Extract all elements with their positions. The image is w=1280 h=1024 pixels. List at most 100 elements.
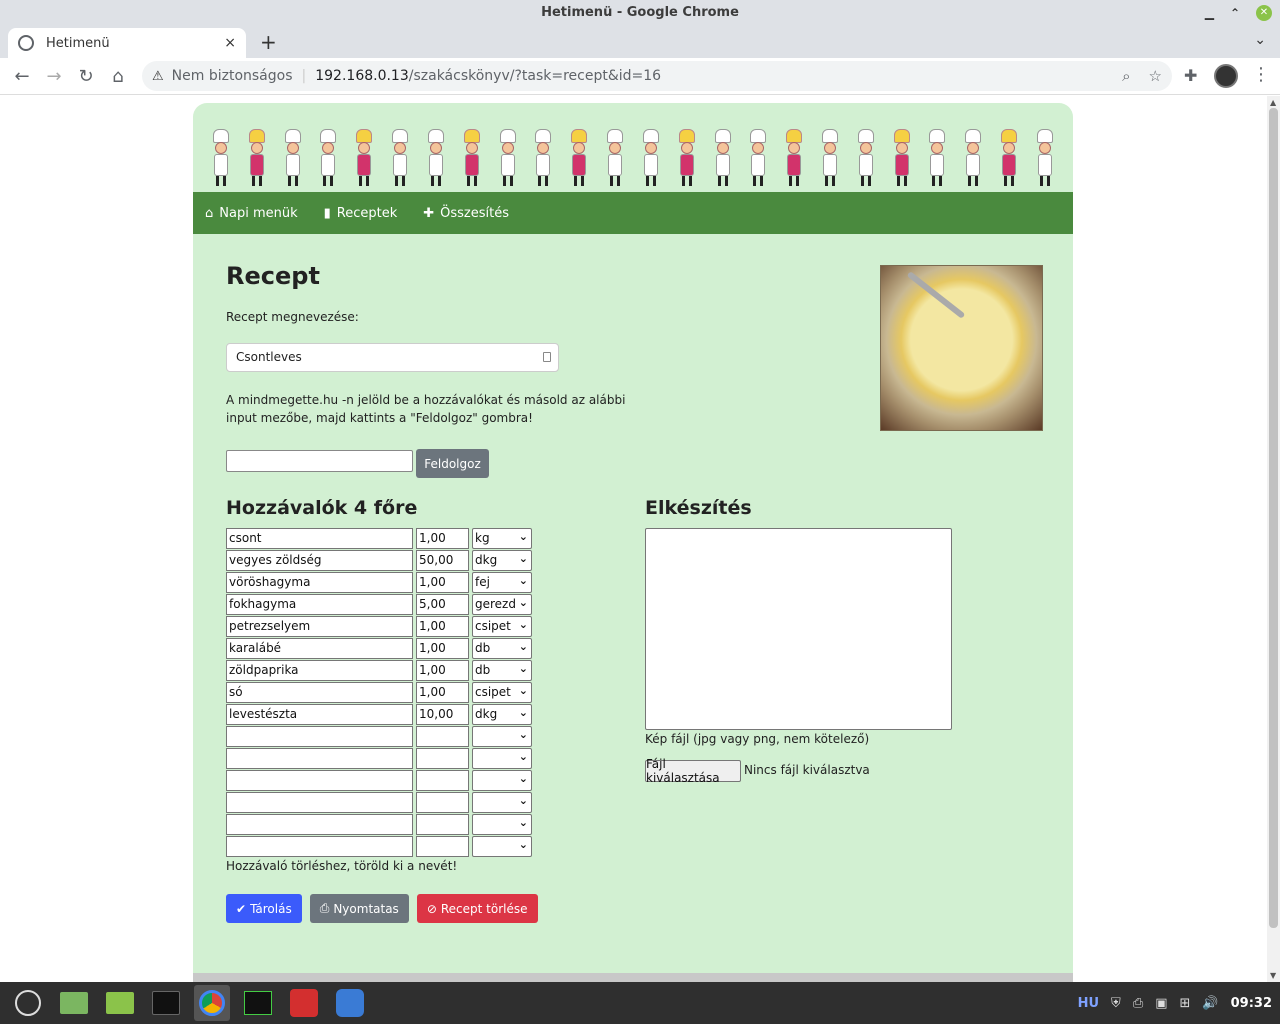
system-monitor-icon[interactable] <box>240 985 276 1021</box>
ingredient-name-input[interactable]: vegyes zöldség <box>226 550 413 571</box>
ingredient-qty-input[interactable] <box>416 792 469 813</box>
ingredient-qty-input[interactable] <box>416 748 469 769</box>
ingredient-unit-select[interactable]: dkg ⌄ <box>472 704 532 725</box>
ingredient-unit-select[interactable]: db ⌄ <box>472 660 532 681</box>
print-button[interactable]: ⎙ Nyomtatas <box>309 894 409 923</box>
preparation-textarea[interactable] <box>645 528 952 730</box>
ingredient-unit-select[interactable]: gerezd ⌄ <box>472 594 532 615</box>
paste-input[interactable] <box>226 450 413 472</box>
ingredient-name-input[interactable] <box>226 814 413 835</box>
tab-hetimenu[interactable]: Hetimenü × <box>8 28 246 58</box>
delete-recipe-button[interactable]: ⊘ Recept törlése <box>416 894 538 923</box>
ingredient-name-input[interactable]: fokhagyma <box>226 594 413 615</box>
mint-menu-icon[interactable] <box>10 985 46 1021</box>
scroll-down-icon[interactable]: ▼ <box>1270 971 1276 980</box>
ingredient-name-input[interactable]: csont <box>226 528 413 549</box>
ingredient-unit-select[interactable]: dkg ⌄ <box>472 550 532 571</box>
keyboard-layout[interactable]: HU <box>1078 996 1099 1011</box>
ingredient-qty-input[interactable]: 1,00 <box>416 660 469 681</box>
ingredient-name-input[interactable] <box>226 726 413 747</box>
ingredient-qty-input[interactable]: 1,00 <box>416 528 469 549</box>
extensions-puzzle-icon[interactable]: ✚ <box>1184 66 1197 85</box>
process-button[interactable]: Feldolgoz <box>416 449 489 478</box>
volume-icon[interactable]: 🔊 <box>1202 996 1218 1011</box>
home-browser-icon[interactable]: ⌂ <box>102 66 134 87</box>
maximize-icon[interactable]: ⌃ <box>1230 0 1240 26</box>
ingredient-qty-input[interactable]: 50,00 <box>416 550 469 571</box>
scroll-up-icon[interactable]: ▲ <box>1270 98 1276 107</box>
nav-receptek[interactable]: ▮ Receptek <box>324 206 398 221</box>
ingredient-unit-select[interactable]: kg ⌄ <box>472 528 532 549</box>
ingredient-qty-input[interactable] <box>416 770 469 791</box>
new-tab-button[interactable]: + <box>260 30 277 54</box>
ingredient-name-input[interactable]: petrezselyem <box>226 616 413 637</box>
clock[interactable]: 09:32 <box>1231 996 1272 1011</box>
ingredient-unit-select[interactable]: ⌄ <box>472 726 532 747</box>
ingredient-qty-input[interactable] <box>416 836 469 857</box>
choose-file-button[interactable]: Fájl kiválasztása <box>645 757 741 785</box>
nav-osszesites[interactable]: ✚ Összesítés <box>423 206 509 221</box>
ingredient-unit-select[interactable]: csipet ⌄ <box>472 682 532 703</box>
home-icon: ⌂ <box>205 205 214 221</box>
ingredient-name-input[interactable] <box>226 836 413 857</box>
printer-tray-icon[interactable]: ⎙ <box>1133 996 1143 1011</box>
chef-figure <box>891 129 913 187</box>
nav-napi-menuk[interactable]: ⌂ Napi menük <box>205 206 298 221</box>
ingredient-name-input[interactable]: só <box>226 682 413 703</box>
ingredient-name-input[interactable]: zöldpaprika <box>226 660 413 681</box>
profile-avatar[interactable] <box>1214 64 1238 88</box>
terminal-icon[interactable] <box>148 985 184 1021</box>
close-window-icon[interactable]: ✕ <box>1256 5 1272 21</box>
ingredient-name-input[interactable] <box>226 770 413 791</box>
ingredient-name-input[interactable]: karalábé <box>226 638 413 659</box>
forward-arrow-icon[interactable]: → <box>38 66 70 87</box>
recipe-name-input[interactable]: Csontleves <box>226 343 559 372</box>
ingredient-unit-select[interactable]: ⌄ <box>472 748 532 769</box>
ingredient-unit-select[interactable]: ⌄ <box>472 792 532 813</box>
ingredient-unit-select[interactable]: ⌄ <box>472 770 532 791</box>
nav-label: Összesítés <box>440 205 510 221</box>
ingredient-unit-select[interactable]: fej ⌄ <box>472 572 532 593</box>
ingredient-unit-select[interactable]: csipet ⌄ <box>472 616 532 637</box>
network-icon[interactable]: ⊞ <box>1180 996 1191 1011</box>
chevron-down-icon: ⌄ <box>518 596 528 609</box>
bookmark-star-icon[interactable]: ☆ <box>1149 67 1162 85</box>
reload-icon[interactable]: ↻ <box>70 66 102 87</box>
back-arrow-icon[interactable]: ← <box>6 66 38 87</box>
app-icon[interactable] <box>332 985 368 1021</box>
show-desktop-icon[interactable] <box>56 985 92 1021</box>
address-bar[interactable]: ⚠ Nem biztonságos | 192.168.0.13 /szakác… <box>142 61 1172 91</box>
ingredient-qty-input[interactable]: 10,00 <box>416 704 469 725</box>
ingredient-qty-input[interactable]: 1,00 <box>416 572 469 593</box>
ingredient-name-input[interactable] <box>226 792 413 813</box>
ingredient-unit-select[interactable]: db ⌄ <box>472 638 532 659</box>
ingredient-qty-input[interactable] <box>416 814 469 835</box>
tab-strip: Hetimenü × + ⌄ <box>0 26 1280 58</box>
chrome-icon[interactable] <box>194 985 230 1021</box>
ingredient-qty-input[interactable]: 1,00 <box>416 616 469 637</box>
chef-figure <box>353 129 375 187</box>
ingredient-name-input[interactable] <box>226 748 413 769</box>
files-icon[interactable] <box>102 985 138 1021</box>
shield-icon[interactable]: ⛨ <box>1111 996 1121 1011</box>
ingredient-qty-input[interactable]: 5,00 <box>416 594 469 615</box>
tab-search-chevron-icon[interactable]: ⌄ <box>1254 32 1266 48</box>
ingredient-unit-select[interactable]: ⌄ <box>472 836 532 857</box>
tab-close-icon[interactable]: × <box>224 35 236 51</box>
scrollbar-thumb[interactable] <box>1269 108 1278 928</box>
ingredient-qty-input[interactable] <box>416 726 469 747</box>
menu-kebab-icon[interactable]: ⋮ <box>1252 64 1270 85</box>
ingredient-qty-input[interactable]: 1,00 <box>416 682 469 703</box>
ingredient-name-input[interactable]: vöröshagyma <box>226 572 413 593</box>
dbeaver-icon[interactable] <box>286 985 322 1021</box>
ingredients-heading: Hozzávalók 4 főre <box>226 497 418 519</box>
chevron-down-icon: ⌄ <box>518 794 528 807</box>
save-button[interactable]: ✔ Tárolás <box>226 894 302 923</box>
ingredient-unit-select[interactable]: ⌄ <box>472 814 532 835</box>
ingredient-name-input[interactable]: levestészta <box>226 704 413 725</box>
zoom-icon[interactable]: ⌕ <box>1122 67 1130 85</box>
page-scrollbar[interactable]: ▲ ▼ <box>1267 96 1280 982</box>
update-icon[interactable]: ▣ <box>1155 996 1167 1011</box>
ingredient-qty-input[interactable]: 1,00 <box>416 638 469 659</box>
minimize-icon[interactable]: ▁ <box>1205 0 1214 26</box>
